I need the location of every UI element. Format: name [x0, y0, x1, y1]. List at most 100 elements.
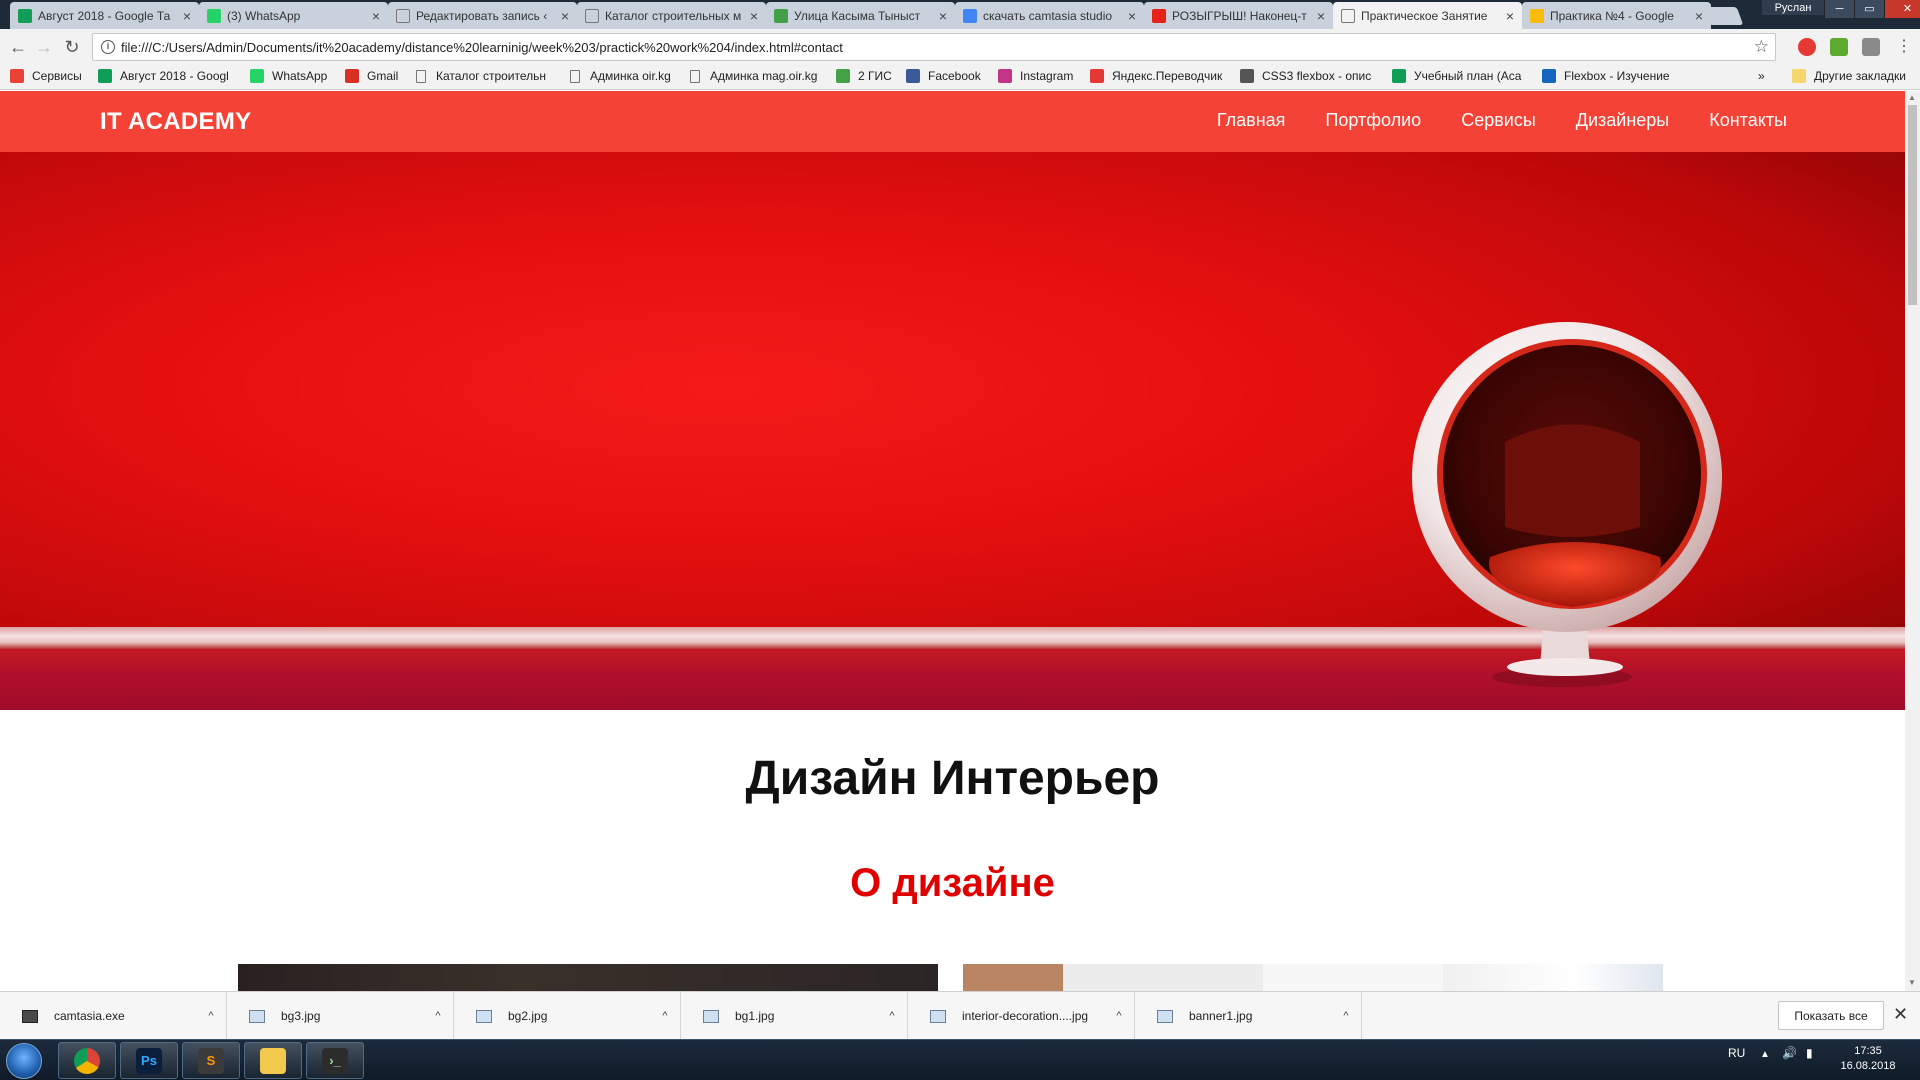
- other-bookmarks-folder[interactable]: Другие закладки: [1792, 69, 1906, 83]
- ball-chair-image: [1412, 322, 1722, 687]
- tab-close-icon[interactable]: ×: [1126, 8, 1138, 24]
- bookmark-item[interactable]: Instagram: [998, 69, 1073, 83]
- bookmark-item[interactable]: Сервисы: [10, 69, 82, 83]
- bookmark-item[interactable]: Учебный план (Aca: [1392, 69, 1521, 83]
- bookmarks-overflow-button[interactable]: »: [1758, 69, 1765, 83]
- tab-close-icon[interactable]: ×: [1315, 8, 1327, 24]
- network-icon[interactable]: ▮: [1806, 1046, 1813, 1060]
- bookmark-item[interactable]: WhatsApp: [250, 69, 327, 83]
- tab-title: Редактировать запись ‹: [416, 8, 548, 23]
- forward-icon[interactable]: →: [34, 37, 54, 57]
- back-icon[interactable]: ←: [8, 37, 28, 57]
- chevron-up-icon[interactable]: ^: [1331, 1010, 1361, 1022]
- taskbar-app-button[interactable]: ›_: [306, 1042, 364, 1079]
- maximize-icon[interactable]: ▭: [1854, 0, 1884, 18]
- page-scrollbar[interactable]: ▲ ▼: [1905, 91, 1920, 991]
- bookmark-item[interactable]: 2 ГИС: [836, 69, 892, 83]
- chevron-up-icon[interactable]: ^: [650, 1010, 680, 1022]
- tab-close-icon[interactable]: ×: [1504, 8, 1516, 24]
- tab-title: Август 2018 - Google Та: [38, 8, 171, 23]
- chevron-up-icon[interactable]: ^: [1104, 1010, 1134, 1022]
- bookmark-item[interactable]: Flexbox - Изучение: [1542, 69, 1670, 83]
- profile-button[interactable]: Руслан: [1762, 0, 1824, 15]
- download-extension-icon[interactable]: [1830, 38, 1848, 56]
- download-item[interactable]: bg1.jpg ^: [681, 992, 908, 1040]
- image-file-icon: [1157, 1009, 1173, 1023]
- browser-tab[interactable]: (3) WhatsApp ×: [199, 2, 388, 29]
- window-close-icon[interactable]: ✕: [1884, 0, 1920, 18]
- chevron-up-icon[interactable]: ^: [423, 1010, 453, 1022]
- terminal-icon: ›_: [322, 1047, 348, 1074]
- tab-title: Практика №4 - Google: [1550, 8, 1674, 23]
- browser-tab[interactable]: Улица Касыма Тыныст ×: [766, 2, 955, 29]
- bookmark-item[interactable]: Админка mag.oir.kg: [690, 69, 817, 83]
- sheets-icon: [18, 8, 32, 23]
- download-item[interactable]: camtasia.exe ^: [0, 992, 227, 1040]
- chevron-up-icon[interactable]: ^: [196, 1010, 226, 1022]
- taskbar-app-button[interactable]: Ps: [120, 1042, 178, 1079]
- start-button[interactable]: [6, 1043, 42, 1079]
- bookmark-item[interactable]: Админка oir.kg: [570, 69, 671, 83]
- language-indicator[interactable]: RU: [1728, 1046, 1745, 1060]
- bookmark-item[interactable]: Каталог строительн: [416, 69, 546, 83]
- nav-link[interactable]: Контакты: [1709, 110, 1787, 131]
- nav-link[interactable]: Дизайнеры: [1576, 110, 1669, 131]
- nav-link[interactable]: Главная: [1217, 110, 1286, 131]
- download-filename: camtasia.exe: [54, 1009, 125, 1023]
- taskbar-app-button[interactable]: S: [182, 1042, 240, 1079]
- tab-close-icon[interactable]: ×: [937, 8, 949, 24]
- tab-close-icon[interactable]: ×: [559, 8, 571, 24]
- scroll-down-icon[interactable]: ▼: [1908, 978, 1916, 987]
- bookmark-item[interactable]: CSS3 flexbox - опис: [1240, 69, 1371, 83]
- bookmark-item[interactable]: Август 2018 - Googl: [98, 69, 229, 83]
- nav-link[interactable]: Сервисы: [1461, 110, 1536, 131]
- adblock-extension-icon[interactable]: [1798, 38, 1816, 56]
- sublime-text-icon: S: [198, 1047, 224, 1074]
- browser-tab[interactable]: Практика №4 - Google ×: [1522, 2, 1711, 29]
- download-item[interactable]: interior-decoration....jpg ^: [908, 992, 1135, 1040]
- scrollbar-thumb[interactable]: [1908, 105, 1917, 305]
- bookmark-item[interactable]: Gmail: [345, 69, 398, 83]
- other-bookmarks-label: Другие закладки: [1814, 69, 1906, 83]
- bookmark-label: Facebook: [928, 69, 981, 83]
- tab-close-icon[interactable]: ×: [748, 8, 760, 24]
- page-viewport: IT ACADEMY Главная Портфолио Сервисы Дизайн…: [0, 91, 1905, 991]
- reload-icon[interactable]: ↻: [62, 37, 82, 57]
- browser-tab[interactable]: Практическое Занятие ×: [1333, 2, 1522, 29]
- browser-tab[interactable]: Каталог строительных м ×: [577, 2, 766, 29]
- site-logo[interactable]: IT ACADEMY: [100, 108, 251, 136]
- bookmark-star-icon[interactable]: ☆: [1754, 37, 1769, 57]
- bookmark-item[interactable]: Яндекс.Переводчик: [1090, 69, 1222, 83]
- browser-tab[interactable]: РОЗЫГРЫШ! Наконец-т ×: [1144, 2, 1333, 29]
- page-info-icon[interactable]: i: [101, 40, 115, 54]
- scroll-up-icon[interactable]: ▲: [1908, 93, 1916, 102]
- browser-tab[interactable]: Редактировать запись ‹ ×: [388, 2, 577, 29]
- minimize-icon[interactable]: ─: [1824, 0, 1854, 18]
- tab-close-icon[interactable]: ×: [181, 8, 193, 24]
- volume-icon[interactable]: 🔊: [1782, 1046, 1797, 1060]
- browser-menu-icon[interactable]: ⋮: [1896, 37, 1912, 57]
- nav-link[interactable]: Портфолио: [1325, 110, 1421, 131]
- chevron-up-icon[interactable]: ^: [877, 1010, 907, 1022]
- download-item[interactable]: banner1.jpg ^: [1135, 992, 1362, 1040]
- download-item[interactable]: bg2.jpg ^: [454, 992, 681, 1040]
- taskbar-app-button[interactable]: [58, 1042, 116, 1079]
- extension-icon[interactable]: [1862, 38, 1880, 56]
- url-text[interactable]: file:///C:/Users/Admin/Documents/it%20ac…: [121, 40, 843, 55]
- address-bar[interactable]: i file:///C:/Users/Admin/Documents/it%20…: [92, 33, 1776, 61]
- tab-title: (3) WhatsApp: [227, 8, 301, 23]
- page-icon: [690, 69, 700, 83]
- bookmark-label: Instagram: [1020, 69, 1074, 83]
- section-heading: Дизайн Интерьер: [745, 752, 1160, 805]
- close-downloads-icon[interactable]: ✕: [1893, 1004, 1908, 1025]
- tray-expand-icon[interactable]: ▲: [1760, 1049, 1770, 1060]
- download-item[interactable]: bg3.jpg ^: [227, 992, 454, 1040]
- taskbar-app-button[interactable]: [244, 1042, 302, 1079]
- new-tab-button[interactable]: [1702, 7, 1744, 25]
- browser-tab[interactable]: Август 2018 - Google Та ×: [10, 2, 199, 29]
- system-clock[interactable]: 17:35 16.08.2018: [1836, 1044, 1900, 1074]
- browser-tab[interactable]: скачать camtasia studio ×: [955, 2, 1144, 29]
- tab-close-icon[interactable]: ×: [370, 8, 382, 24]
- bookmark-item[interactable]: Facebook: [906, 69, 981, 83]
- show-all-downloads-button[interactable]: Показать все: [1778, 1001, 1884, 1030]
